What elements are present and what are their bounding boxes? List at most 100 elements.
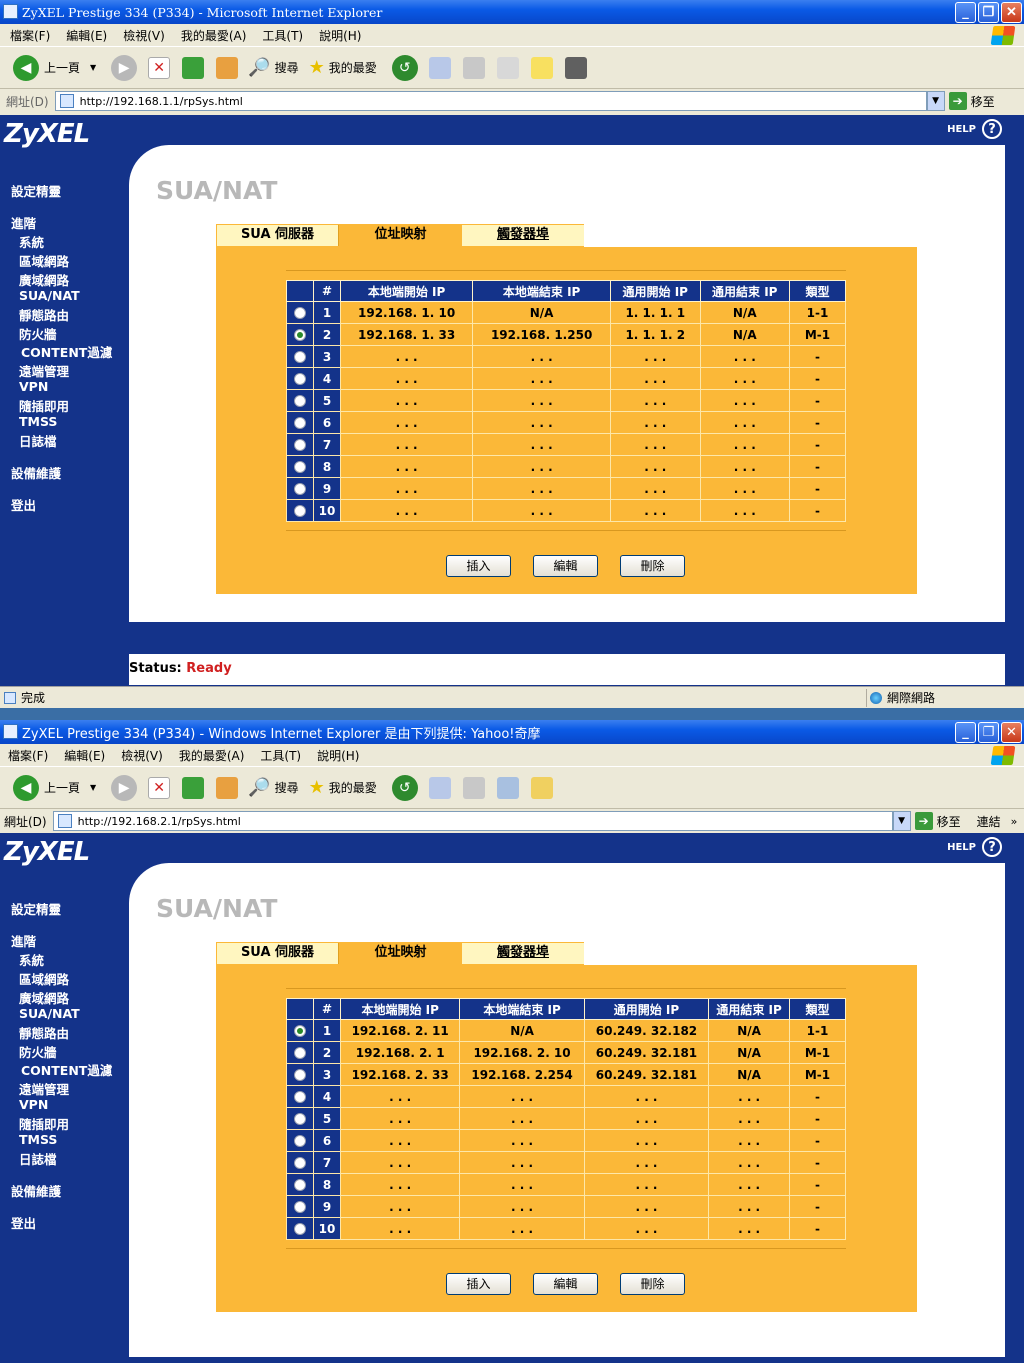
row-select-radio[interactable] <box>294 1157 306 1169</box>
row-select-radio[interactable] <box>294 461 306 473</box>
row-select-radio[interactable] <box>294 505 306 517</box>
nav-wan[interactable]: 廣域網路 <box>19 988 69 1007</box>
print-icon[interactable] <box>462 776 485 799</box>
nav-wan[interactable]: 廣域網路 <box>19 270 69 289</box>
nav-sua-nat[interactable]: SUA/NAT <box>19 1006 80 1021</box>
favorites-star-icon[interactable]: ★ <box>309 777 325 798</box>
row-select-radio[interactable] <box>294 395 306 407</box>
row-select-radio[interactable] <box>294 1113 306 1125</box>
nav-logout[interactable]: 登出 <box>11 495 36 514</box>
menu-view[interactable]: 檢視(V) <box>123 27 165 44</box>
back-icon[interactable]: ◀ <box>13 774 39 801</box>
row-select-radio[interactable] <box>294 1179 306 1191</box>
row-select-radio[interactable] <box>294 1025 306 1037</box>
notes-icon[interactable] <box>530 56 553 79</box>
search-icon[interactable]: 🔎 <box>248 777 270 798</box>
menu-edit[interactable]: 編輯(E) <box>66 27 107 44</box>
nav-system[interactable]: 系統 <box>19 232 44 251</box>
menu-favorites[interactable]: 我的最愛(A) <box>181 27 247 44</box>
nav-advanced[interactable]: 進階 <box>11 931 36 950</box>
address-dropdown-icon[interactable]: ▼ <box>926 91 945 111</box>
nav-remote-mgmt[interactable]: 遠端管理 <box>19 1079 69 1098</box>
nav-wizard[interactable]: 設定精靈 <box>11 899 61 918</box>
refresh-icon[interactable] <box>182 56 205 79</box>
nav-tmss[interactable]: TMSS <box>19 1132 57 1147</box>
row-select-radio[interactable] <box>294 417 306 429</box>
menu-view[interactable]: 檢視(V) <box>121 747 163 764</box>
tab-trigger-port[interactable]: 觸發器埠 <box>462 943 584 964</box>
menu-tools[interactable]: 工具(T) <box>260 747 301 764</box>
row-select-radio[interactable] <box>294 1223 306 1235</box>
nav-wizard[interactable]: 設定精靈 <box>11 181 61 200</box>
links-button[interactable]: 連結 <box>977 813 1001 830</box>
restore-button[interactable]: ❐ <box>978 2 999 23</box>
nav-tmss[interactable]: TMSS <box>19 414 57 429</box>
home-icon[interactable] <box>216 56 239 79</box>
nav-firewall[interactable]: 防火牆 <box>19 1042 57 1061</box>
nav-logs[interactable]: 日誌檔 <box>19 1149 57 1168</box>
menu-favorites[interactable]: 我的最愛(A) <box>179 747 245 764</box>
go-button[interactable]: ➔ 移至 <box>948 92 995 110</box>
favorites-star-icon[interactable]: ★ <box>309 57 325 78</box>
menu-edit[interactable]: 編輯(E) <box>64 747 105 764</box>
nav-lan[interactable]: 區域網路 <box>19 251 69 270</box>
minimize-button[interactable]: _ <box>955 2 976 23</box>
row-select-radio[interactable] <box>294 439 306 451</box>
address-dropdown-icon[interactable]: ▼ <box>892 811 911 831</box>
close-button[interactable]: ✕ <box>1001 2 1022 23</box>
tab-address-mapping[interactable]: 位址映射 <box>340 943 461 964</box>
menu-tools[interactable]: 工具(T) <box>262 27 303 44</box>
row-select-radio[interactable] <box>294 483 306 495</box>
search-button[interactable]: 搜尋 <box>275 59 299 76</box>
row-select-radio[interactable] <box>294 1201 306 1213</box>
nav-upnp[interactable]: 隨插即用 <box>19 1114 69 1133</box>
help-button[interactable]: HELP ? <box>947 119 1002 139</box>
history-icon[interactable]: ↺ <box>391 54 418 81</box>
messenger-icon[interactable] <box>564 56 587 79</box>
address-input[interactable]: http://192.168.2.1/rpSys.html <box>52 811 893 831</box>
row-select-radio[interactable] <box>294 1135 306 1147</box>
row-select-radio[interactable] <box>294 351 306 363</box>
menu-file[interactable]: 檔案(F) <box>8 747 48 764</box>
stop-icon[interactable]: ✕ <box>148 776 171 799</box>
search-icon[interactable]: 🔎 <box>248 57 270 78</box>
edit-page-icon[interactable] <box>496 56 519 79</box>
menu-file[interactable]: 檔案(F) <box>10 27 50 44</box>
tab-trigger-port[interactable]: 觸發器埠 <box>462 225 584 246</box>
favorites-button[interactable]: 我的最愛 <box>329 779 377 796</box>
minimize-button[interactable]: _ <box>955 722 976 743</box>
nav-maintenance[interactable]: 設備維護 <box>11 463 61 482</box>
edit-button[interactable]: 編輯 <box>533 1273 598 1295</box>
delete-button[interactable]: 刪除 <box>620 1273 685 1295</box>
back-button[interactable]: 上一頁 <box>44 59 80 76</box>
mail-icon[interactable] <box>428 56 451 79</box>
row-select-radio[interactable] <box>294 307 306 319</box>
refresh-icon[interactable] <box>182 776 205 799</box>
close-button[interactable]: ✕ <box>1001 722 1022 743</box>
back-icon[interactable]: ◀ <box>13 54 39 81</box>
nav-static-route[interactable]: 靜態路由 <box>19 305 69 324</box>
nav-content-filter[interactable]: CONTENT過濾 <box>21 1060 112 1079</box>
forward-icon[interactable]: ▶ <box>111 774 138 801</box>
nav-upnp[interactable]: 隨插即用 <box>19 396 69 415</box>
insert-button[interactable]: 插入 <box>446 555 511 577</box>
nav-logout[interactable]: 登出 <box>11 1213 36 1232</box>
research-icon[interactable] <box>530 776 553 799</box>
home-icon[interactable] <box>216 776 239 799</box>
nav-vpn[interactable]: VPN <box>19 1097 48 1112</box>
print-icon[interactable] <box>462 56 485 79</box>
links-expand-icon[interactable]: » <box>1011 815 1018 828</box>
nav-advanced[interactable]: 進階 <box>11 213 36 232</box>
insert-button[interactable]: 插入 <box>446 1273 511 1295</box>
nav-firewall[interactable]: 防火牆 <box>19 324 57 343</box>
search-button[interactable]: 搜尋 <box>275 779 299 796</box>
tab-sua-server[interactable]: SUA 伺服器 <box>217 225 339 246</box>
menu-help[interactable]: 說明(H) <box>317 747 359 764</box>
nav-sua-nat[interactable]: SUA/NAT <box>19 288 80 303</box>
tab-address-mapping[interactable]: 位址映射 <box>340 225 461 246</box>
help-button[interactable]: HELP ? <box>947 837 1002 857</box>
row-select-radio[interactable] <box>294 1091 306 1103</box>
forward-icon[interactable]: ▶ <box>111 54 138 81</box>
back-dropdown-icon[interactable]: ▼ <box>90 63 96 72</box>
nav-logs[interactable]: 日誌檔 <box>19 431 57 450</box>
